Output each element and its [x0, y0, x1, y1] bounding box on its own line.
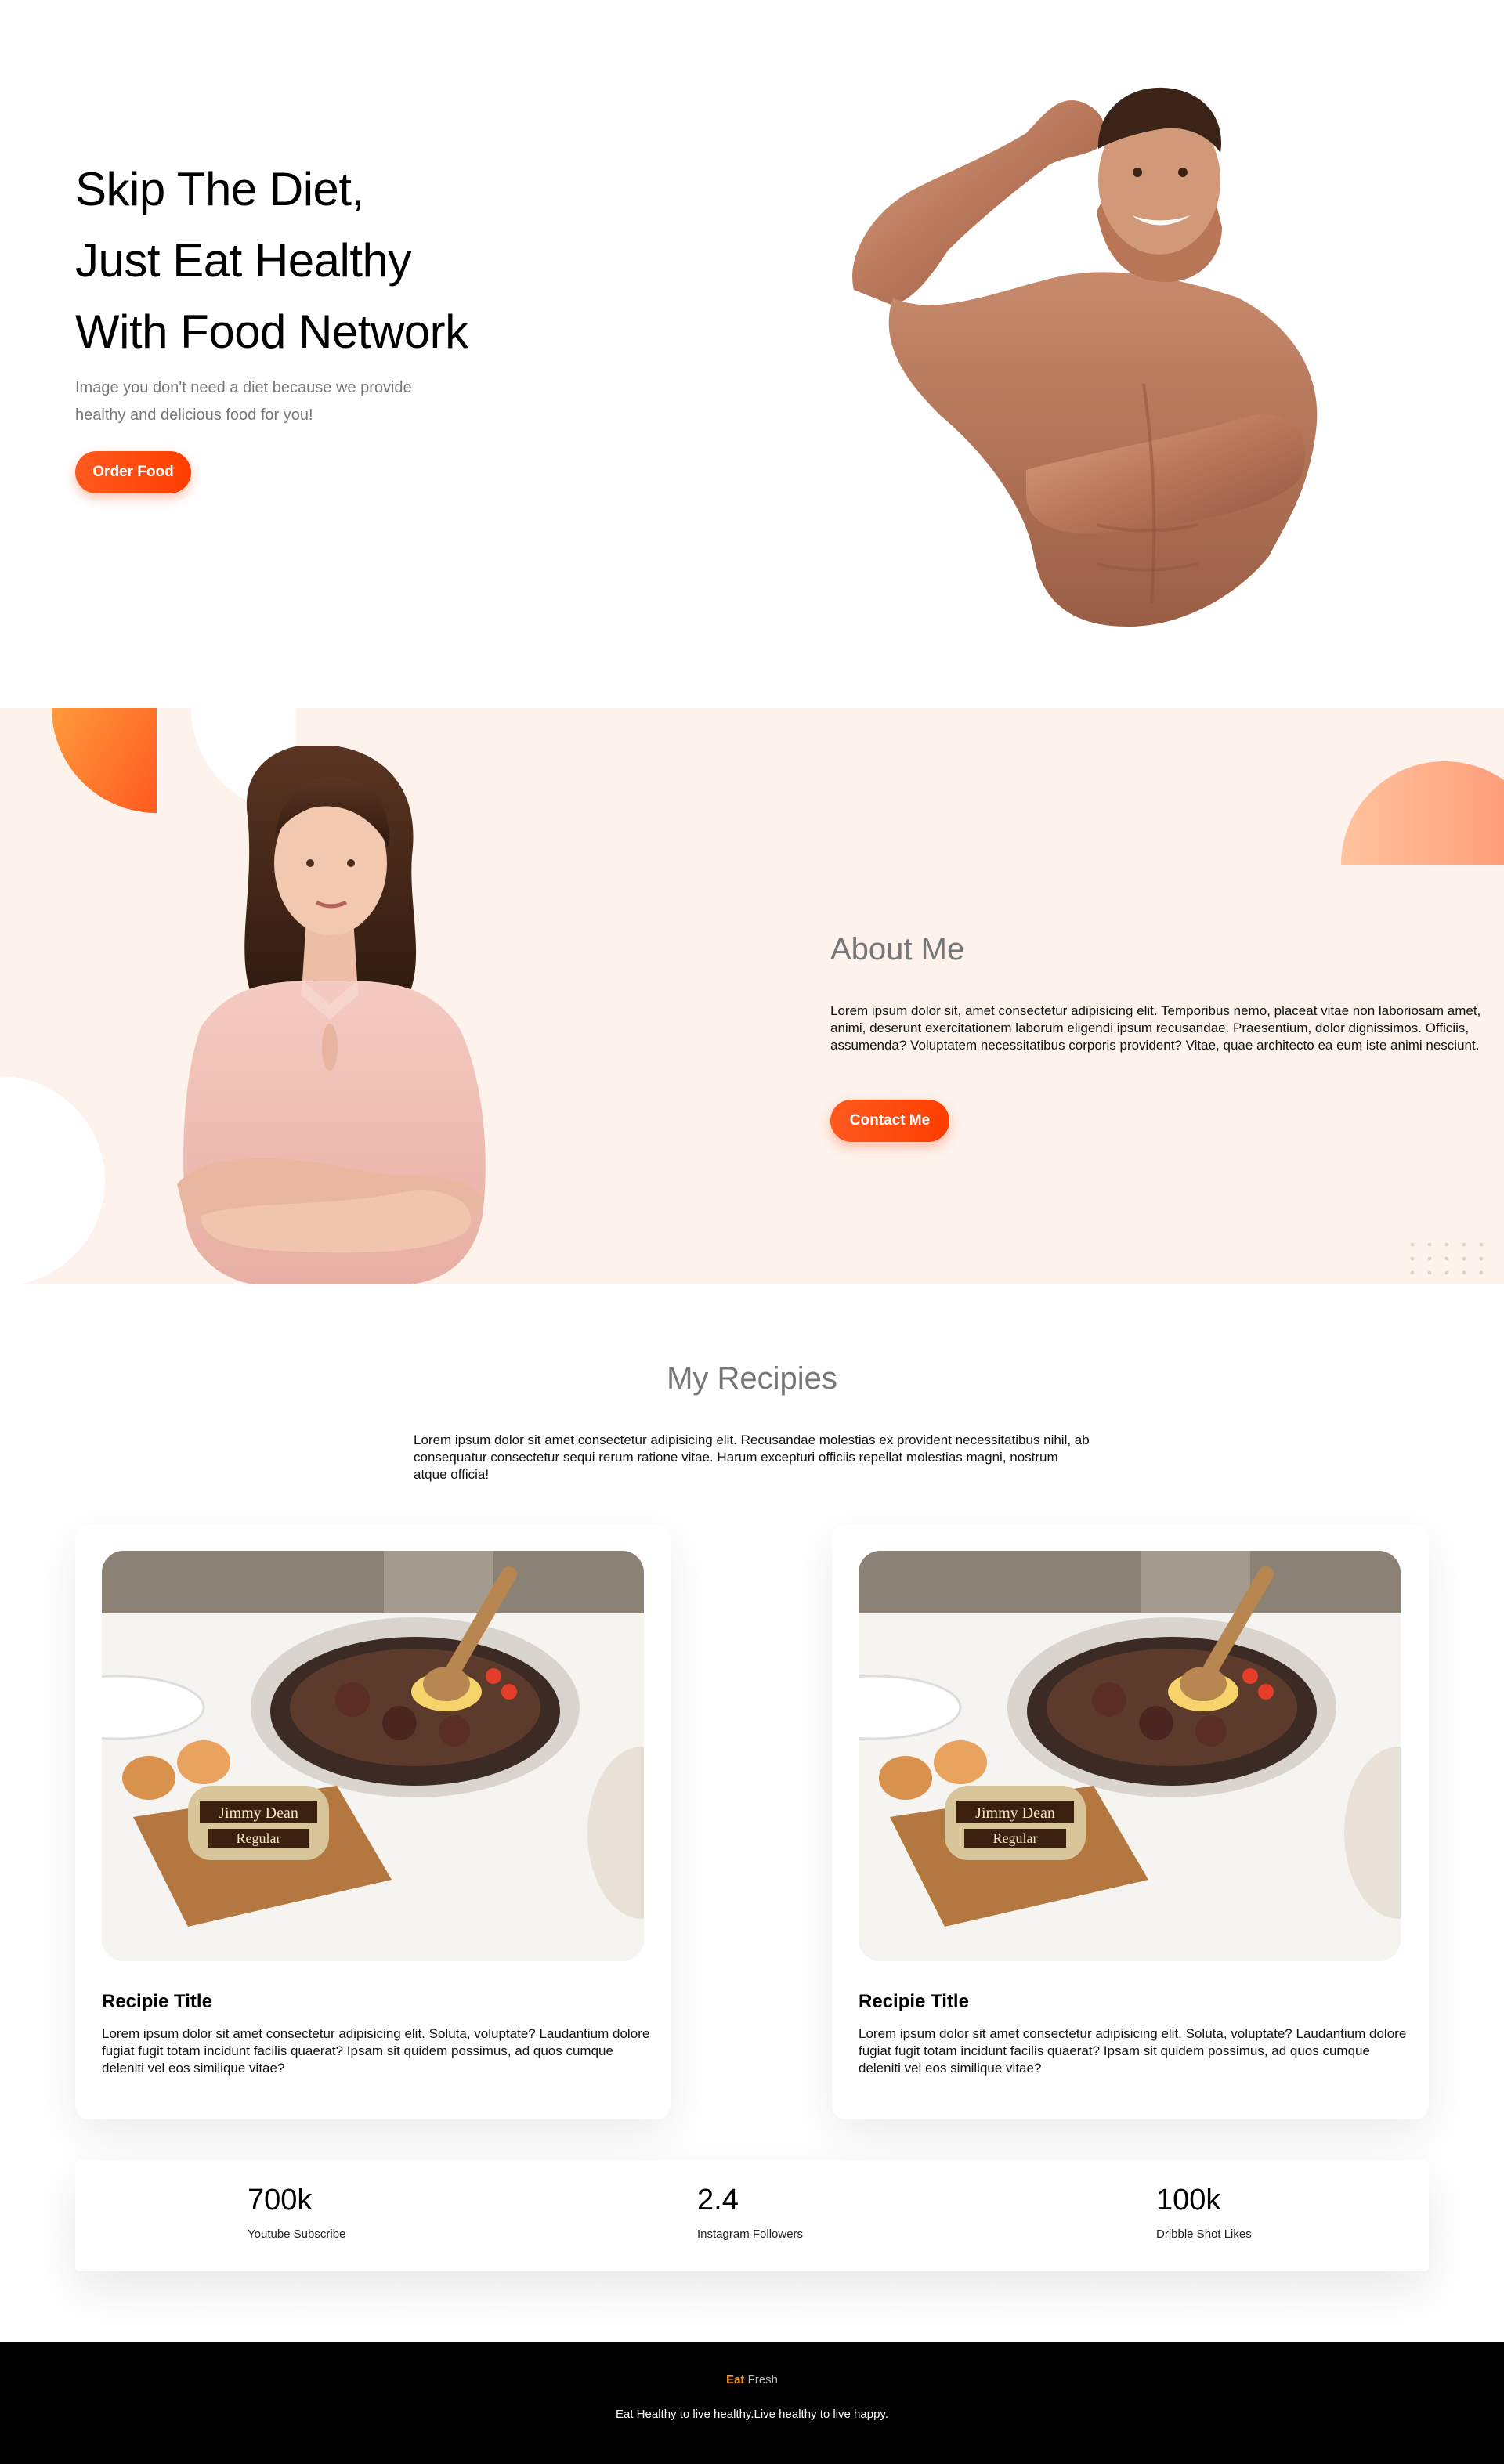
package-type-label: Regular	[237, 1830, 281, 1846]
about-section: About Me Lorem ipsum dolor sit, amet con…	[0, 708, 1504, 1284]
decorative-white-circle	[0, 1076, 105, 1284]
brand-eat: Eat	[726, 2373, 745, 2386]
hero-title-line: Skip The Diet,	[75, 163, 364, 215]
recipe-image: Jimmy Dean Regular	[859, 1551, 1401, 1961]
package-type-label: Regular	[993, 1830, 1038, 1846]
stat-value: 100k	[1156, 2184, 1221, 2217]
stat-label: Dribble Shot Likes	[1156, 2227, 1252, 2241]
about-title: About Me	[830, 932, 965, 966]
stats-bar: 700k Youtube Subscribe 2.4 Instagram Fol…	[75, 2160, 1429, 2271]
recipe-title: Recipie Title	[859, 1991, 969, 2012]
package-brand-label: Jimmy Dean	[219, 1805, 298, 1822]
hero-title: Skip The Diet, Just Eat Healthy With Foo…	[75, 154, 624, 367]
stat-label: Instagram Followers	[697, 2227, 804, 2241]
package-brand-label: Jimmy Dean	[975, 1805, 1055, 1822]
hero-subtitle: Image you don't need a diet because we p…	[75, 379, 412, 424]
hero-title-line: With Food Network	[75, 305, 468, 358]
stat-value: 2.4	[697, 2184, 739, 2217]
woman-portrait-image	[177, 746, 486, 1284]
stat-youtube: 700k Youtube Subscribe	[248, 2182, 345, 2241]
order-food-button[interactable]: Order Food	[75, 451, 191, 493]
hero-title-line: Just Eat Healthy	[75, 234, 411, 287]
stat-instagram: 2.4 Instagram Followers	[697, 2182, 803, 2241]
recipe-text: Lorem ipsum dolor sit amet consectetur a…	[859, 2026, 1407, 2076]
contact-me-button[interactable]: Contact Me	[830, 1100, 949, 1142]
recipe-image: Jimmy Dean Regular	[102, 1551, 644, 1961]
decorative-peach-semicircle	[1341, 761, 1504, 865]
footer: Eat Fresh Eat Healthy to live healthy.Li…	[0, 2342, 1504, 2464]
recipe-card[interactable]: Jimmy Dean Regular Recipie Title Lorem i…	[832, 1524, 1429, 2119]
footer-tagline: Eat Healthy to live healthy.Live healthy…	[616, 2408, 888, 2421]
recipe-text: Lorem ipsum dolor sit amet consectetur a…	[102, 2026, 650, 2076]
recipe-title: Recipie Title	[102, 1991, 212, 2012]
recipes-intro-text: Lorem ipsum dolor sit amet consectetur a…	[414, 1433, 1090, 1482]
stat-dribbble: 100k Dribble Shot Likes	[1156, 2182, 1252, 2241]
stat-label: Youtube Subscribe	[248, 2227, 346, 2241]
muscular-man-image	[852, 87, 1318, 627]
footer-brand[interactable]: Eat Fresh	[0, 2373, 1504, 2386]
decorative-orange-shape	[52, 708, 157, 813]
hero-section: Skip The Diet, Just Eat Healthy With Foo…	[0, 0, 1504, 708]
brand-fresh: Fresh	[747, 2373, 778, 2386]
recipe-card[interactable]: Jimmy Dean Regular Recipie Title Lorem i…	[75, 1524, 671, 2119]
about-text: Lorem ipsum dolor sit, amet consectetur …	[830, 1003, 1481, 1053]
recipes-title: My Recipies	[667, 1361, 837, 1396]
stat-value: 700k	[248, 2184, 313, 2217]
decorative-dot-grid	[1404, 1237, 1496, 1281]
